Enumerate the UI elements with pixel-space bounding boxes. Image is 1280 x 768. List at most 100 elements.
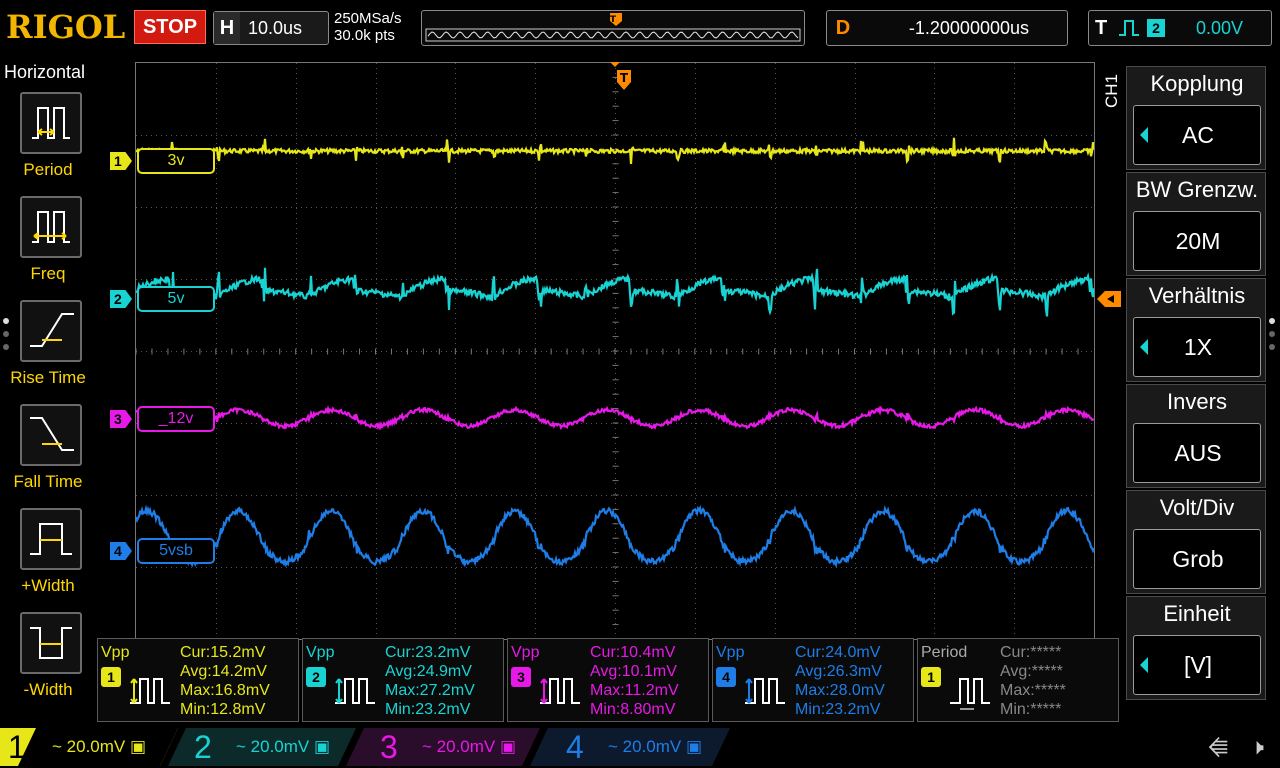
measurement-current: Cur:10.4mV	[590, 644, 676, 661]
scale-text: 20.0mV	[436, 737, 496, 756]
measurement-4[interactable]: Vpp 4 Cur:24.0mV Avg:26.3mV Max:28.0mV Min:23…	[712, 638, 914, 722]
delay-box[interactable]: D -1.20000000us	[826, 10, 1068, 46]
menu-bandwidth-limit[interactable]: BW Grenzw. 20M	[1126, 172, 1266, 276]
measurement-average: Avg:*****	[1000, 663, 1063, 680]
menu-title: Verhältnis	[1148, 283, 1246, 308]
menu-volts-div[interactable]: Volt/Div Grob	[1126, 490, 1266, 594]
memory-position-track[interactable]: T	[421, 10, 805, 46]
measurement-max: Max:16.8mV	[180, 682, 270, 699]
sample-rate: 250MSa/s	[334, 10, 402, 27]
horizontal-measure-menu: Horizontal Period Freq Rise Time Fall Ti…	[0, 60, 96, 708]
menu-item-label: +Width	[21, 576, 75, 595]
memory-waveform-preview-icon: T	[425, 13, 801, 42]
left-page-dots	[3, 318, 11, 357]
measurement-average: Avg:14.2mV	[180, 663, 267, 680]
bw-limit-icon: ▣	[313, 737, 331, 756]
channel-label: 5vsb	[137, 538, 215, 564]
speaker-muted-icon[interactable]: 🕨	[1250, 734, 1264, 760]
acquisition-info: 250MSa/s 30.0k pts	[334, 10, 402, 44]
scale-text: 20.0mV	[66, 737, 126, 756]
fall-time-icon	[20, 404, 82, 466]
menu-value: AC	[1182, 122, 1214, 148]
channel-number: 4	[110, 542, 132, 560]
measurement-max: Max:28.0mV	[795, 682, 885, 699]
menu-item-rise-time[interactable]: Rise Time	[0, 300, 96, 400]
measurement-min: Min:*****	[1000, 701, 1062, 718]
measurement-5[interactable]: Period 1 Cur:***** Avg:***** Max:***** Min:**…	[917, 638, 1119, 722]
negative-width-icon	[20, 612, 82, 674]
svg-text:T: T	[610, 15, 617, 25]
channel-scale-value: ~ 20.0mV ▣	[52, 737, 147, 756]
menu-title: Horizontal	[4, 62, 86, 82]
channel-status-bar: 1 ~ 20.0mV ▣ 2 ~ 20.0mV ▣ 3 ~ 20.0mV ▣ 4…	[0, 726, 1280, 768]
measurement-max: Max:27.2mV	[385, 682, 475, 699]
channel-number: 1	[8, 729, 26, 765]
menu-value-box[interactable]: Grob	[1133, 529, 1261, 589]
menu-title: Invers	[1167, 389, 1227, 414]
menu-value: 1X	[1183, 334, 1213, 360]
menu-value-box[interactable]: 20M	[1133, 211, 1261, 271]
menu-title: BW Grenzw.	[1135, 177, 1259, 202]
delay-value: -1.20000000us	[908, 18, 1029, 38]
measurement-3[interactable]: Vpp 3 Cur:10.4mV Avg:10.1mV Max:11.2mV Min:8.…	[507, 638, 709, 722]
run-stop-status[interactable]: STOP	[134, 10, 206, 44]
menu-coupling[interactable]: Kopplung AC	[1126, 66, 1266, 170]
menu-invert[interactable]: Invers AUS	[1126, 384, 1266, 488]
measurement-channel-badge: 1	[101, 667, 121, 687]
waveform-display[interactable]	[134, 62, 1096, 640]
vpp-icon	[130, 678, 170, 704]
measurement-channel-badge: 4	[716, 667, 736, 687]
channel-scale-value: ~ 20.0mV ▣	[236, 737, 331, 756]
menu-value-box[interactable]: 1X	[1133, 317, 1261, 377]
trigger-position-marker-icon[interactable]: T	[608, 62, 634, 92]
vpp-icon	[335, 678, 375, 704]
channel-4-trace	[134, 504, 1096, 569]
scale-text: 20.0mV	[250, 737, 310, 756]
measurement-average: Avg:10.1mV	[590, 663, 677, 680]
measurement-channel-badge: 2	[306, 667, 326, 687]
menu-item-label: Period	[23, 160, 73, 179]
measurement-min: Min:23.2mV	[795, 701, 881, 718]
menu-value-box[interactable]: AC	[1133, 105, 1261, 165]
measurement-2[interactable]: Vpp 2 Cur:23.2mV Avg:24.9mV Max:27.2mV Min:23…	[302, 638, 504, 722]
measurement-max: Max:11.2mV	[590, 682, 679, 699]
rigol-logo: RIGOL	[6, 8, 126, 46]
menu-item-label: Freq	[30, 264, 66, 283]
channel-scale-value: ~ 20.0mV ▣	[608, 737, 703, 756]
timebase-box[interactable]: H 10.0us	[213, 11, 329, 45]
menu-title: Volt/Div	[1159, 495, 1235, 520]
menu-item-label: -Width	[23, 680, 73, 699]
menu-item-freq[interactable]: Freq	[0, 196, 96, 296]
measurement-min: Min:12.8mV	[180, 701, 266, 718]
timebase-label: H	[214, 12, 240, 44]
measurement-max: Max:*****	[1000, 682, 1066, 699]
menu-title: Kopplung	[1150, 71, 1244, 96]
right-page-dots	[1269, 318, 1277, 357]
bw-limit-icon: ▣	[129, 737, 147, 756]
vpp-icon	[745, 678, 785, 704]
menu-value-box[interactable]: [V]	[1133, 635, 1261, 695]
menu-item-period[interactable]: Period	[0, 92, 96, 192]
trigger-label: T	[1095, 17, 1108, 39]
trigger-box[interactable]: T 2 0.00V	[1088, 10, 1272, 46]
menu-item-label: Fall Time	[13, 472, 83, 491]
rising-edge-icon	[1119, 20, 1139, 36]
channel-number: 1	[110, 152, 132, 170]
measurement-1[interactable]: Vpp 1 Cur:15.2mV Avg:14.2mV Max:16.8mV Min:12…	[97, 638, 299, 722]
channel-1-trace	[135, 137, 1096, 165]
graticule-and-traces	[134, 62, 1096, 640]
menu-item-plus-width[interactable]: +Width	[0, 508, 96, 608]
channel-number: 2	[194, 729, 212, 765]
trigger-source-badge: 2	[1147, 19, 1165, 37]
trigger-level: 0.00V	[1195, 18, 1243, 38]
timebase-value: 10.0us	[248, 18, 303, 38]
period-icon	[950, 678, 990, 710]
channel-number: 2	[110, 290, 132, 308]
menu-value-box[interactable]: AUS	[1133, 423, 1261, 483]
menu-probe-ratio[interactable]: Verhältnis 1X	[1126, 278, 1266, 382]
menu-unit[interactable]: Einheit [V]	[1126, 596, 1266, 700]
channel-number: 3	[110, 410, 132, 428]
menu-item-fall-time[interactable]: Fall Time	[0, 404, 96, 504]
menu-item-minus-width[interactable]: -Width	[0, 612, 96, 712]
channel-number: 4	[566, 729, 584, 765]
